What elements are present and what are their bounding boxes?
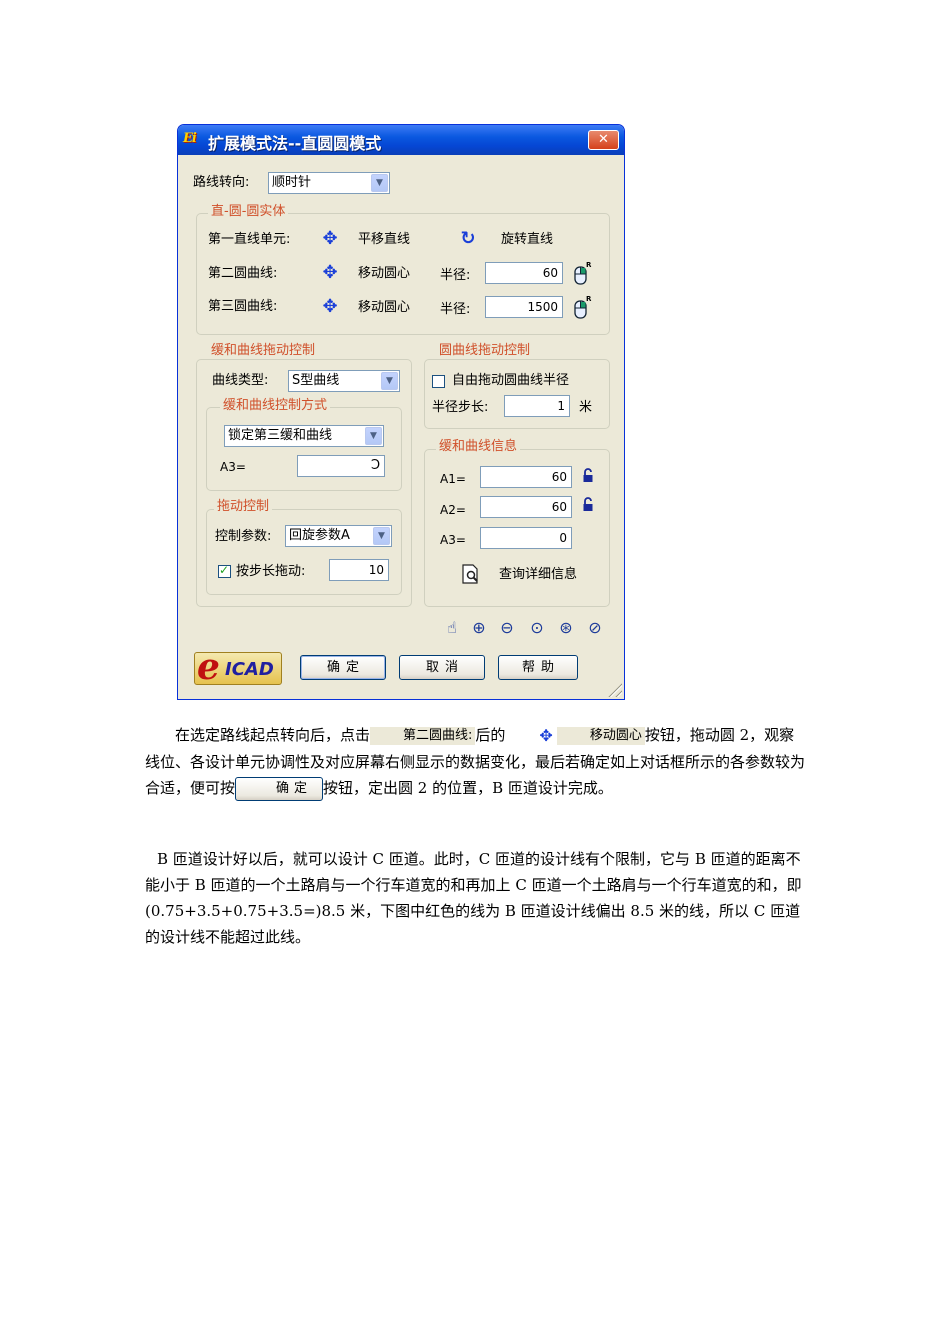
inline-ok-button: 确定: [235, 777, 324, 801]
logo-text: ICAD: [225, 659, 274, 680]
mouse-right-icon[interactable]: R: [572, 260, 592, 286]
chevron-down-icon[interactable]: ▼: [373, 527, 390, 545]
dialog-title: 扩展模式法--直圆圆模式: [208, 134, 382, 153]
unlock-icon[interactable]: [582, 468, 594, 484]
solid-group-legend: 直-圆-圆实体: [208, 204, 289, 220]
zoom-in-icon[interactable]: ⊕: [468, 617, 490, 639]
first-line-label: 第一直线单元:: [208, 232, 291, 247]
pan-hand-icon[interactable]: ☝: [441, 617, 463, 639]
radius-input-2[interactable]: 60: [485, 262, 563, 284]
help-button[interactable]: 帮助: [498, 655, 578, 680]
resize-grip[interactable]: [606, 681, 622, 697]
rotate-line-label: 旋转直线: [501, 232, 554, 247]
chevron-down-icon[interactable]: ▼: [365, 427, 382, 445]
step-drag-input[interactable]: 10: [329, 559, 389, 581]
extended-mode-dialog: Ei 扩展模式法--直圆圆模式 ✕ 路线转向: 顺时针 ▼ 直-圆-圆实体 第一…: [177, 124, 625, 700]
circle-drag-legend: 圆曲线拖动控制: [436, 343, 534, 359]
radius-step-unit: 米: [579, 400, 593, 415]
step-drag-checkbox[interactable]: [218, 563, 231, 578]
mouse-right-icon[interactable]: R: [572, 294, 592, 320]
p1-text-b: 后的: [475, 726, 506, 744]
text-cursor-icon: Ↄ: [371, 458, 381, 473]
inline-move-center-chip: 移动圆心: [556, 727, 645, 745]
chevron-down-icon[interactable]: ▼: [371, 174, 388, 192]
unlock-icon[interactable]: [582, 497, 594, 513]
eicad-logo: e ICAD: [194, 647, 282, 687]
move-icon: ✥: [539, 726, 553, 745]
paragraph-1: 在选定路线起点转向后，点击 第二圆曲线: 后的 ✥ 移动圆心 按钮，拖动圆 2，观察线位、…: [145, 722, 809, 801]
a1-input[interactable]: 60: [480, 466, 572, 488]
query-detail-icon[interactable]: [460, 563, 482, 585]
curve-type-label: 曲线类型:: [212, 373, 269, 388]
chevron-down-icon[interactable]: ▼: [381, 372, 398, 390]
control-param-value: 回旋参数A: [289, 528, 350, 543]
free-radius-label: 自由拖动圆曲线半径: [452, 373, 570, 388]
inline-second-arc-chip: 第二圆曲线:: [370, 727, 476, 745]
ok-button[interactable]: 确定: [300, 655, 386, 680]
app-icon: Ei: [183, 131, 197, 146]
a1-label: A1=: [440, 472, 466, 486]
title-bar[interactable]: Ei 扩展模式法--直圆圆模式 ✕: [178, 125, 624, 155]
move-center-label: 移动圆心: [358, 266, 411, 281]
drag-control-legend: 拖动控制: [214, 499, 273, 515]
move-center-label: 移动圆心: [358, 300, 411, 315]
second-arc-label: 第二圆曲线:: [208, 266, 278, 281]
p1-text-d: 按钮，定出圆 2 的位置，B 匝道设计完成。: [323, 779, 613, 797]
control-mode-value: 锁定第三缓和曲线: [228, 428, 333, 443]
zoom-extents-icon[interactable]: ⊛: [555, 617, 577, 639]
radius-step-label: 半径步长:: [432, 400, 489, 415]
radius-step-input[interactable]: 1: [504, 395, 570, 417]
zoom-out-icon[interactable]: ⊖: [496, 617, 518, 639]
move-icon[interactable]: ✥: [320, 297, 340, 317]
curve-type-value: S型曲线: [292, 373, 340, 388]
control-mode-legend: 缓和曲线控制方式: [220, 398, 331, 414]
easement-drag-legend: 缓和曲线拖动控制: [208, 343, 319, 359]
curve-type-select[interactable]: S型曲线 ▼: [288, 370, 400, 392]
translate-line-label: 平移直线: [358, 232, 411, 247]
zoom-window-icon[interactable]: ⊙: [526, 617, 548, 639]
close-button[interactable]: ✕: [588, 130, 619, 150]
a3-info-label: A3=: [440, 533, 466, 547]
radius-label: 半径:: [440, 268, 471, 283]
logo-e: e: [197, 646, 220, 688]
svg-text:R: R: [586, 295, 592, 303]
route-direction-label: 路线转向:: [193, 175, 250, 190]
control-param-label: 控制参数:: [215, 529, 272, 544]
a3-label: A3=: [220, 460, 246, 474]
step-drag-label: 按步长拖动:: [236, 564, 306, 579]
query-detail-label[interactable]: 查询详细信息: [499, 567, 577, 583]
radius-label: 半径:: [440, 302, 471, 317]
move-icon[interactable]: ✥: [320, 263, 340, 283]
control-mode-select[interactable]: 锁定第三缓和曲线 ▼: [224, 425, 384, 447]
drag-control-group: [206, 509, 402, 595]
cancel-button[interactable]: 取消: [399, 655, 485, 680]
a3-info-input[interactable]: 0: [480, 527, 572, 549]
zoom-previous-icon[interactable]: ⊘: [584, 617, 606, 639]
move-icon[interactable]: ✥: [320, 229, 340, 249]
svg-text:R: R: [586, 261, 592, 269]
control-param-select[interactable]: 回旋参数A ▼: [285, 525, 392, 547]
paragraph-2: B 匝道设计好以后，就可以设计 C 匝道。此时，C 匝道的设计线有个限制，它与 …: [145, 850, 802, 946]
rotate-icon[interactable]: ↻: [458, 229, 478, 249]
radius-input-3[interactable]: 1500: [485, 296, 563, 318]
third-arc-label: 第三圆曲线:: [208, 299, 278, 314]
control-mode-group: [206, 407, 402, 491]
route-direction-select[interactable]: 顺时针 ▼: [268, 172, 390, 194]
easement-info-legend: 缓和曲线信息: [436, 439, 521, 455]
route-direction-value: 顺时针: [272, 175, 312, 190]
free-radius-checkbox[interactable]: [432, 375, 445, 388]
circle-drag-group: [424, 359, 610, 429]
p1-text-a: 在选定路线起点转向后，点击: [175, 726, 371, 744]
a2-input[interactable]: 60: [480, 496, 572, 518]
a2-label: A2=: [440, 503, 466, 517]
